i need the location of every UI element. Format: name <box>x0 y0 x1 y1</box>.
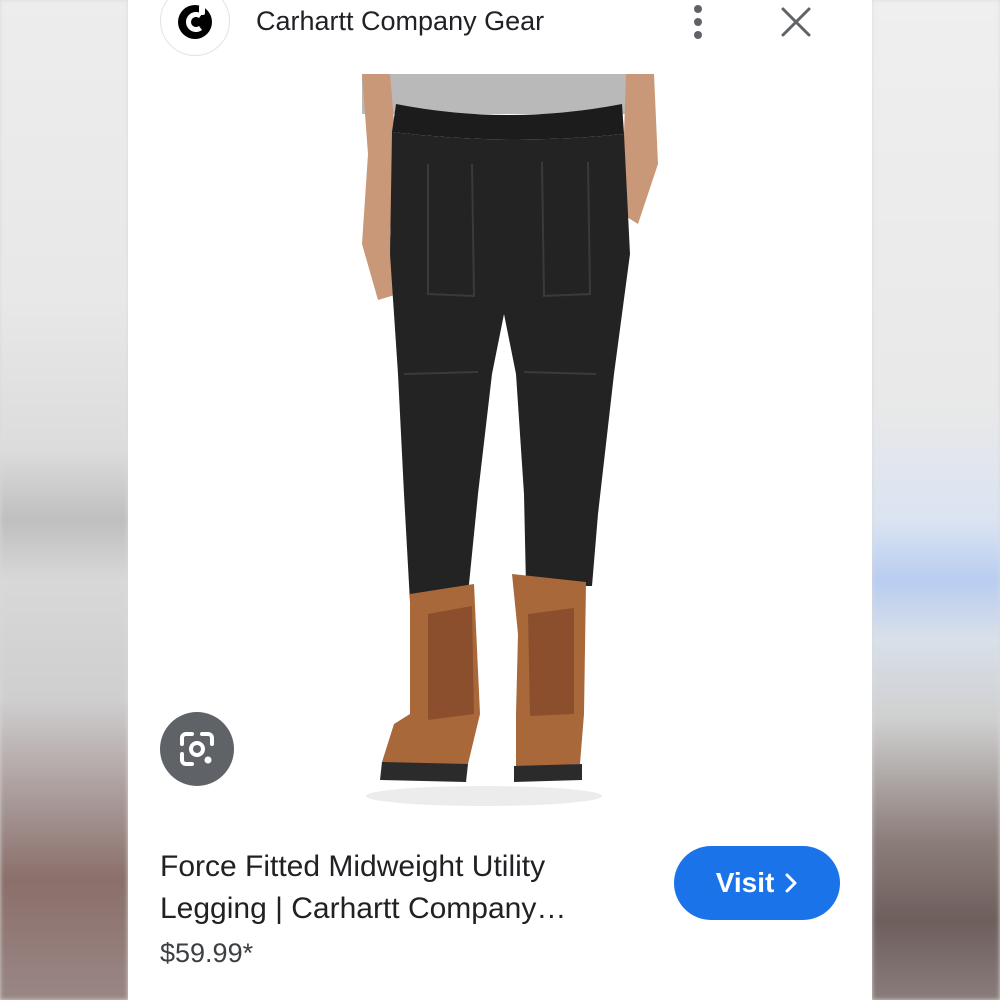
product-price: $59.99* <box>160 938 254 968</box>
blurred-background-left <box>0 0 128 1000</box>
product-image[interactable] <box>128 74 872 826</box>
panel-header: Carhartt Company Gear <box>128 0 872 56</box>
product-title[interactable]: Force Fitted Midweight Utility Legging |… <box>160 846 630 930</box>
site-name[interactable]: Carhartt Company Gear <box>256 6 544 37</box>
carhartt-logo-icon[interactable] <box>160 0 230 56</box>
more-vert-icon[interactable] <box>684 2 712 42</box>
google-lens-icon <box>180 732 214 766</box>
google-lens-button[interactable] <box>160 712 234 786</box>
blurred-background-right <box>872 0 1000 1000</box>
visit-label: Visit <box>715 867 775 898</box>
product-preview-panel: Carhartt Company Gear Force Fitted Midwe… <box>128 0 872 1000</box>
chevron-right-icon <box>785 873 797 893</box>
visit-button[interactable]: Visit <box>674 846 840 920</box>
close-icon[interactable] <box>776 2 816 42</box>
